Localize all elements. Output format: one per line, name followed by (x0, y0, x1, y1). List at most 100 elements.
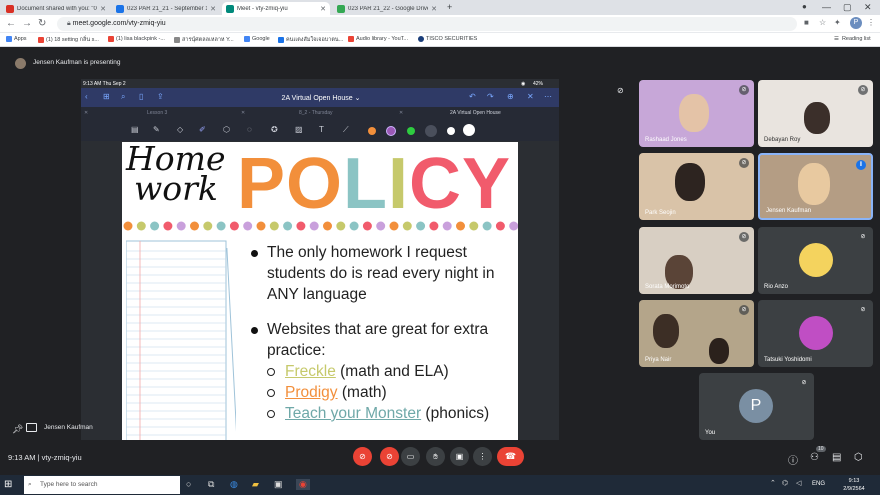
raise-hand-button[interactable]: ✋︎ (426, 447, 445, 466)
menu-icon[interactable]: ⋮ (867, 18, 875, 27)
search-icon[interactable]: ⌕ (121, 92, 125, 102)
browser-tab-meet[interactable]: Meet - vty-zmiq-yiu ✕ (222, 2, 330, 15)
bookmark-item[interactable]: คนเเตงสัมใจเจอบาตน... (278, 36, 343, 44)
camera-toggle-button[interactable]: ⊘ (380, 447, 399, 466)
browser-tab-document[interactable]: Document shared with you: "023 ✕ (2, 2, 110, 15)
bookmark-icon[interactable]: ▯ (139, 92, 143, 101)
shapes-icon[interactable]: ⬡ (223, 125, 230, 134)
bookmark-item[interactable]: สารนุ์ศตลลเหลาห Y... (174, 36, 234, 44)
browser-tab-drive[interactable]: 023 PAR 21_22 - Google Drive ✕ (333, 2, 441, 15)
network-icon[interactable]: ⌬ (782, 479, 788, 487)
bookmark-google[interactable]: Google (244, 36, 270, 42)
participant-tile[interactable]: ⊘ Sorata Morimoto (639, 227, 754, 294)
close-icon[interactable]: ✕ (210, 5, 216, 13)
color-orange[interactable] (368, 127, 376, 135)
stroke-medium[interactable] (447, 127, 455, 135)
stroke-large[interactable] (463, 124, 475, 136)
reading-list[interactable]: ☰ Reading list (834, 36, 871, 42)
pen-icon[interactable]: ✎ (153, 125, 160, 134)
browser-tab-sheet[interactable]: 023 PAR 21_21 - September 1 - V ✕ (112, 2, 220, 15)
more-icon[interactable]: ⋯ (544, 92, 552, 101)
taskbar-clock[interactable]: 9:13 2/9/2564 (834, 477, 874, 493)
participant-tile[interactable]: ⊘ Priya Nair (639, 300, 754, 367)
participant-tile[interactable]: ⊘ Tatsuki Yoshidomi (758, 300, 873, 367)
activities-icon[interactable]: ⬡ (854, 452, 863, 463)
more-options-button[interactable]: ⋮ (473, 447, 492, 466)
tray-chevron-icon[interactable]: ⌃ (770, 479, 776, 487)
reload-button[interactable]: ↻ (38, 18, 46, 29)
url-input[interactable]: 🔒︎ meet.google.com/vty-zmiq-yiu (57, 17, 797, 31)
forward-button[interactable]: → (22, 18, 32, 29)
close-icon[interactable]: ✕ (100, 5, 106, 13)
read-mode-icon[interactable]: ▤ (131, 125, 139, 134)
freckle-link[interactable]: Freckle (285, 363, 336, 380)
bookmark-item[interactable]: (1) lisa blackpink -... (108, 36, 165, 42)
eraser-icon[interactable]: ◇ (177, 125, 183, 134)
undo-icon[interactable]: ↶ (469, 92, 476, 101)
close-icon[interactable]: ✕ (320, 5, 326, 13)
prodigy-link[interactable]: Prodigy (285, 384, 338, 401)
participant-tile[interactable]: ⊘ Debayan Roy (758, 80, 873, 147)
back-icon[interactable]: ‹ (85, 92, 88, 101)
captions-button[interactable]: ▭ (401, 447, 420, 466)
minimize-button[interactable]: — (822, 2, 831, 12)
cortana-icon[interactable]: ○ (186, 479, 191, 489)
volume-icon[interactable]: ◁ (796, 479, 801, 487)
doc-tab-open-house[interactable]: 2A Virtual Open House (450, 110, 501, 116)
back-button[interactable]: ← (6, 18, 16, 29)
leave-call-button[interactable]: ☎︎ (497, 447, 524, 466)
profile-avatar[interactable]: P (850, 17, 862, 29)
close-icon[interactable]: ✕ (399, 110, 403, 116)
pin-icon[interactable]: 📌︎ (12, 424, 23, 435)
bookmark-apps[interactable]: Apps (6, 36, 27, 42)
mic-toggle-button[interactable]: ⊘ (353, 447, 372, 466)
image-icon[interactable]: ▨ (295, 125, 303, 134)
lasso-icon[interactable]: ◌ (247, 125, 252, 134)
color-purple[interactable] (387, 127, 395, 135)
participant-tile[interactable]: ⊘ Rashaad Jones (639, 80, 754, 147)
share-icon[interactable]: ⇪ (157, 92, 164, 101)
store-icon[interactable]: ▣ (274, 479, 283, 490)
windows-start-icon[interactable]: ⊞ (4, 479, 12, 490)
color-green[interactable] (407, 127, 415, 135)
close-window-button[interactable]: ✕ (864, 2, 872, 13)
maximize-button[interactable]: ▢ (843, 2, 852, 13)
bookmark-tisco[interactable]: TISCO SECURITIES (418, 36, 477, 42)
bookmark-item[interactable]: (1) 18 setting กลิ่น s... (38, 36, 99, 44)
language-indicator[interactable]: ENG (812, 481, 825, 487)
grid-icon[interactable]: ⊞ (103, 92, 110, 101)
document-title[interactable]: 2A Virtual Open House ⌄ (261, 94, 381, 102)
add-page-icon[interactable]: ⊕ (507, 92, 514, 101)
file-explorer-icon[interactable]: ▰ (252, 479, 259, 490)
camera-icon[interactable]: ■ (804, 18, 809, 27)
new-tab-button[interactable]: + (447, 2, 452, 12)
sticker-icon[interactable]: ✪ (271, 125, 278, 134)
extension-icon[interactable]: ✦ (834, 18, 841, 27)
laser-icon[interactable]: ⟋ (343, 125, 349, 135)
task-view-icon[interactable]: ⧉ (208, 479, 214, 490)
participant-tile-active-speaker[interactable]: ⦀ Jensen Kaufman (758, 153, 873, 220)
star-icon[interactable]: ☆ (819, 18, 826, 27)
close-icon[interactable]: ✕ (431, 5, 437, 13)
redo-icon[interactable]: ↷ (487, 92, 494, 101)
participant-tile[interactable]: ⊘ Rio Anzo (758, 227, 873, 294)
taskbar-search-input[interactable]: ⌕ Type here to search (24, 476, 180, 494)
people-icon[interactable]: ⚇ (810, 452, 819, 463)
close-icon[interactable]: ✕ (241, 110, 245, 116)
stroke-small[interactable] (425, 125, 437, 137)
bookmark-audio-library[interactable]: Audio library - YouT... (348, 36, 408, 42)
close-icon[interactable]: ✕ (84, 110, 88, 116)
chat-icon[interactable]: ▤ (832, 452, 841, 463)
close-icon[interactable]: ✕ (527, 92, 534, 101)
participant-tile[interactable]: ⊘ Park Seojin (639, 153, 754, 220)
chrome-icon[interactable]: ◉ (296, 479, 310, 490)
info-icon[interactable]: ⓘ (788, 452, 798, 467)
edge-icon[interactable]: ◍ (230, 479, 238, 490)
text-icon[interactable]: T (319, 125, 324, 134)
doc-tab-thursday[interactable]: 8_2 - Thursday (299, 110, 333, 116)
record-icon[interactable]: ● (802, 2, 807, 11)
highlighter-icon[interactable]: ✐ (199, 125, 206, 134)
present-button[interactable]: ▣ (450, 447, 469, 466)
self-tile[interactable]: P ⊘ You (699, 373, 814, 440)
teach-your-monster-link[interactable]: Teach your Monster (285, 405, 421, 422)
